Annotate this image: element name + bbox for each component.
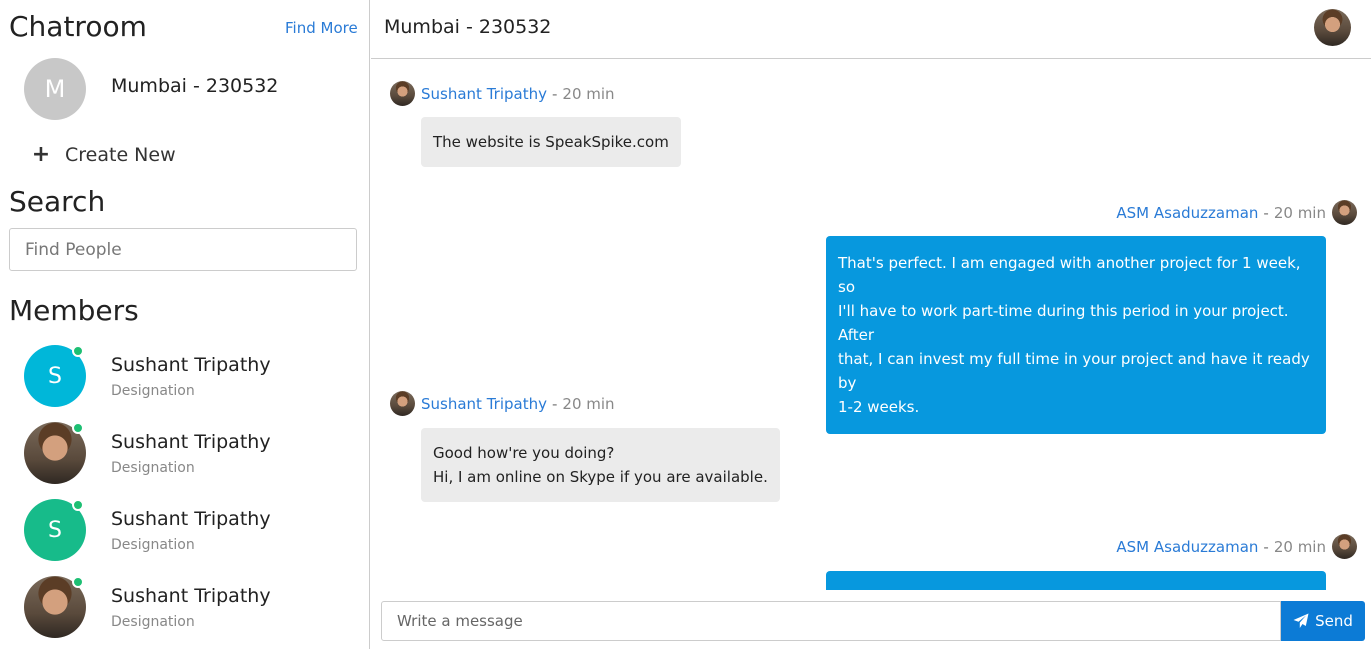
member-designation: Designation [111,383,195,399]
room-avatar: M [24,58,86,120]
message-list[interactable]: Sushant Tripathy - 20 min The website is… [371,60,1371,590]
send-button[interactable]: Send [1281,601,1365,641]
message-text-line: 1-2 weeks. [838,398,920,416]
find-people-input[interactable] [9,228,357,271]
member-designation: Designation [111,537,195,553]
message-author[interactable]: ASM Asaduzzaman [1116,204,1258,222]
message-author[interactable]: ASM Asaduzzaman [1116,538,1258,556]
message-time: 20 min [562,395,615,413]
paper-plane-icon [1293,613,1309,628]
online-status-dot [72,422,84,434]
find-more-link[interactable]: Find More [285,19,358,37]
member-name: Sushant Tripathy [111,508,271,530]
member-designation: Designation [111,614,195,630]
send-label: Send [1315,612,1353,630]
sender-avatar [390,81,415,106]
meta-separator: - [551,395,558,413]
message-meta: Sushant Tripathy - 20 min [421,395,615,413]
sender-avatar [1332,534,1357,559]
room-name: Mumbai - 230532 [111,75,279,97]
search-title: Search [9,185,106,218]
member-item[interactable]: S Sushant Tripathy Designation [24,499,354,565]
message-bubble-outgoing: That's perfect. I am engaged with anothe… [826,236,1326,434]
chat-header: Mumbai - 230532 [371,0,1371,59]
message-text-line: that, I can invest my full time in your … [838,350,1310,392]
member-name: Sushant Tripathy [111,431,271,453]
meta-separator: - [551,85,558,103]
member-item[interactable]: Sushant Tripathy Designation [24,422,354,488]
plus-icon: + [31,142,51,167]
message-text-line: That's perfect. I am engaged with anothe… [838,254,1301,296]
member-item[interactable]: Sushant Tripathy Designation [24,576,354,642]
message-bubble-outgoing [826,571,1326,590]
message-input[interactable] [381,601,1281,641]
create-new-button[interactable]: + Create New [30,142,176,167]
meta-separator: - [1263,204,1269,222]
sender-avatar [1332,200,1357,225]
online-status-dot [72,499,84,511]
online-status-dot [72,576,84,588]
meta-separator: - [1263,538,1269,556]
sidebar: Chatroom Find More M Mumbai - 230532 + C… [0,0,370,649]
members-title: Members [9,294,139,327]
message-text-line: I'll have to work part-time during this … [838,302,1289,344]
chat-title: Mumbai - 230532 [384,16,552,38]
message-meta: ASM Asaduzzaman - 20 min [1116,204,1326,222]
message-author[interactable]: Sushant Tripathy [421,395,547,413]
message-time: 20 min [562,85,615,103]
member-name: Sushant Tripathy [111,585,271,607]
message-bubble-incoming: Good how're you doing? Hi, I am online o… [421,428,780,502]
message-meta: Sushant Tripathy - 20 min [421,85,615,103]
message-time: 20 min [1273,538,1326,556]
message-author[interactable]: Sushant Tripathy [421,85,547,103]
message-text-line: Good how're you doing? [433,444,615,462]
message-bubble-incoming: The website is SpeakSpike.com [421,117,681,167]
user-avatar[interactable] [1314,9,1351,46]
message-text: The website is SpeakSpike.com [433,133,669,151]
member-name: Sushant Tripathy [111,354,271,376]
message-meta: ASM Asaduzzaman - 20 min [1116,538,1326,556]
message-text-line: Hi, I am online on Skype if you are avai… [433,468,768,486]
online-status-dot [72,345,84,357]
create-new-label: Create New [65,143,176,166]
chat-panel: Mumbai - 230532 Sushant Tripathy - 20 mi… [371,0,1371,649]
member-designation: Designation [111,460,195,476]
message-time: 20 min [1273,204,1326,222]
chatroom-title: Chatroom [9,10,147,43]
member-item[interactable]: S Sushant Tripathy Designation [24,345,354,411]
sender-avatar [390,391,415,416]
